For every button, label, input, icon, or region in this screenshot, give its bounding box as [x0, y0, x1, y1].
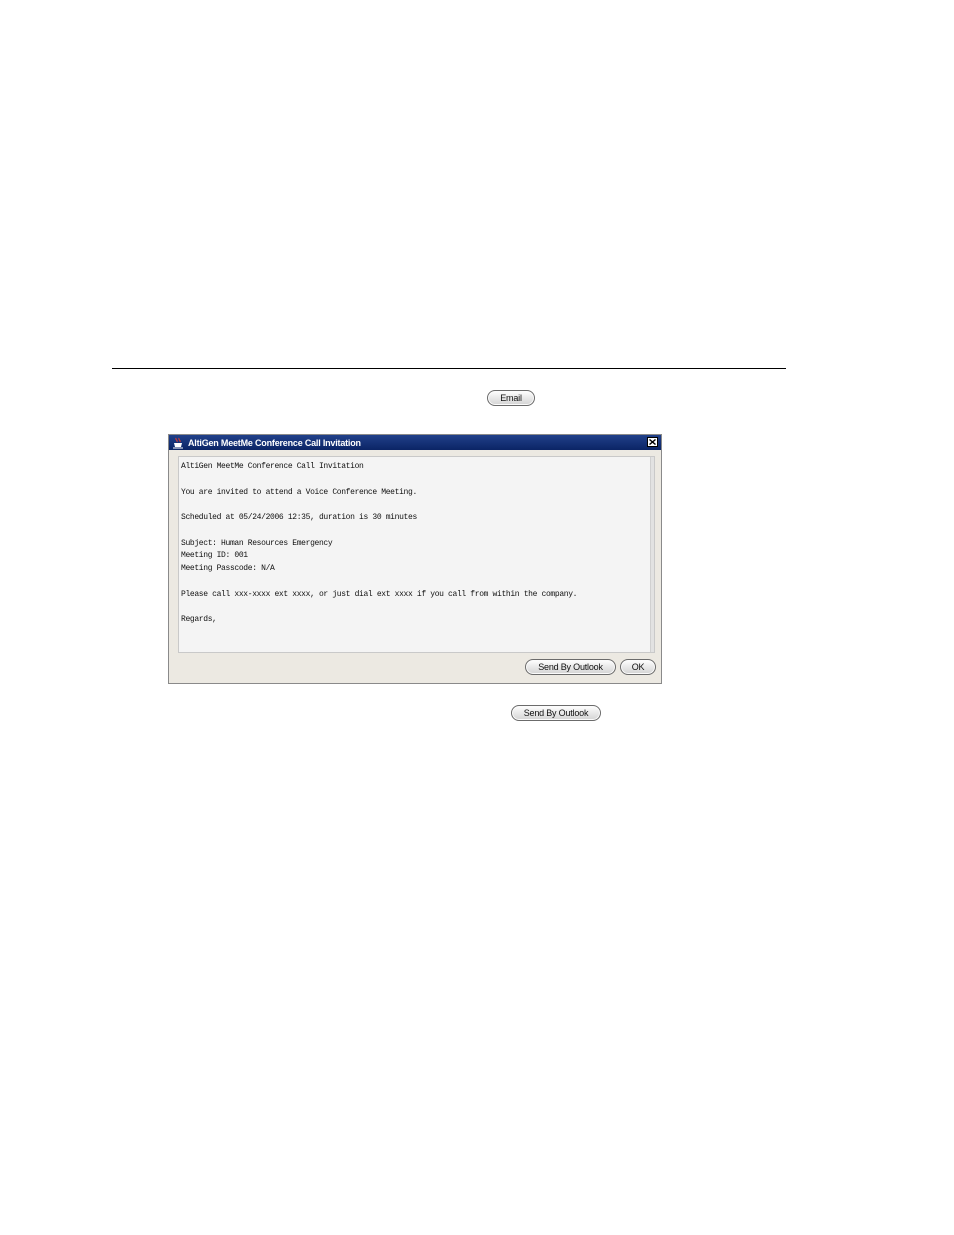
message-line-regards: Regards,	[181, 615, 217, 624]
message-line-instructions: Please call xxx-xxxx ext xxxx, or just d…	[181, 590, 578, 599]
invitation-dialog: AltiGen MeetMe Conference Call Invitatio…	[168, 434, 662, 684]
close-icon[interactable]	[647, 437, 658, 447]
message-line-meeting-id: Meeting ID: 001	[181, 551, 248, 560]
message-line-passcode: Meeting Passcode: N/A	[181, 564, 275, 573]
dialog-title: AltiGen MeetMe Conference Call Invitatio…	[188, 437, 361, 448]
message-line-heading: AltiGen MeetMe Conference Call Invitatio…	[181, 462, 364, 471]
email-button[interactable]: Email	[487, 390, 535, 406]
send-by-outlook-reference-button[interactable]: Send By Outlook	[511, 705, 601, 721]
horizontal-rule	[112, 368, 786, 369]
java-cup-icon	[173, 437, 183, 448]
ok-button[interactable]: OK	[620, 659, 656, 675]
send-by-outlook-button[interactable]: Send By Outlook	[525, 659, 616, 675]
dialog-titlebar[interactable]: AltiGen MeetMe Conference Call Invitatio…	[169, 435, 661, 450]
message-line-invite: You are invited to attend a Voice Confer…	[181, 488, 417, 497]
invitation-message-textarea[interactable]: AltiGen MeetMe Conference Call Invitatio…	[178, 456, 655, 653]
message-line-subject: Subject: Human Resources Emergency	[181, 539, 333, 548]
message-line-schedule: Scheduled at 05/24/2006 12:35, duration …	[181, 513, 417, 522]
textarea-scroll-edge	[650, 457, 654, 652]
